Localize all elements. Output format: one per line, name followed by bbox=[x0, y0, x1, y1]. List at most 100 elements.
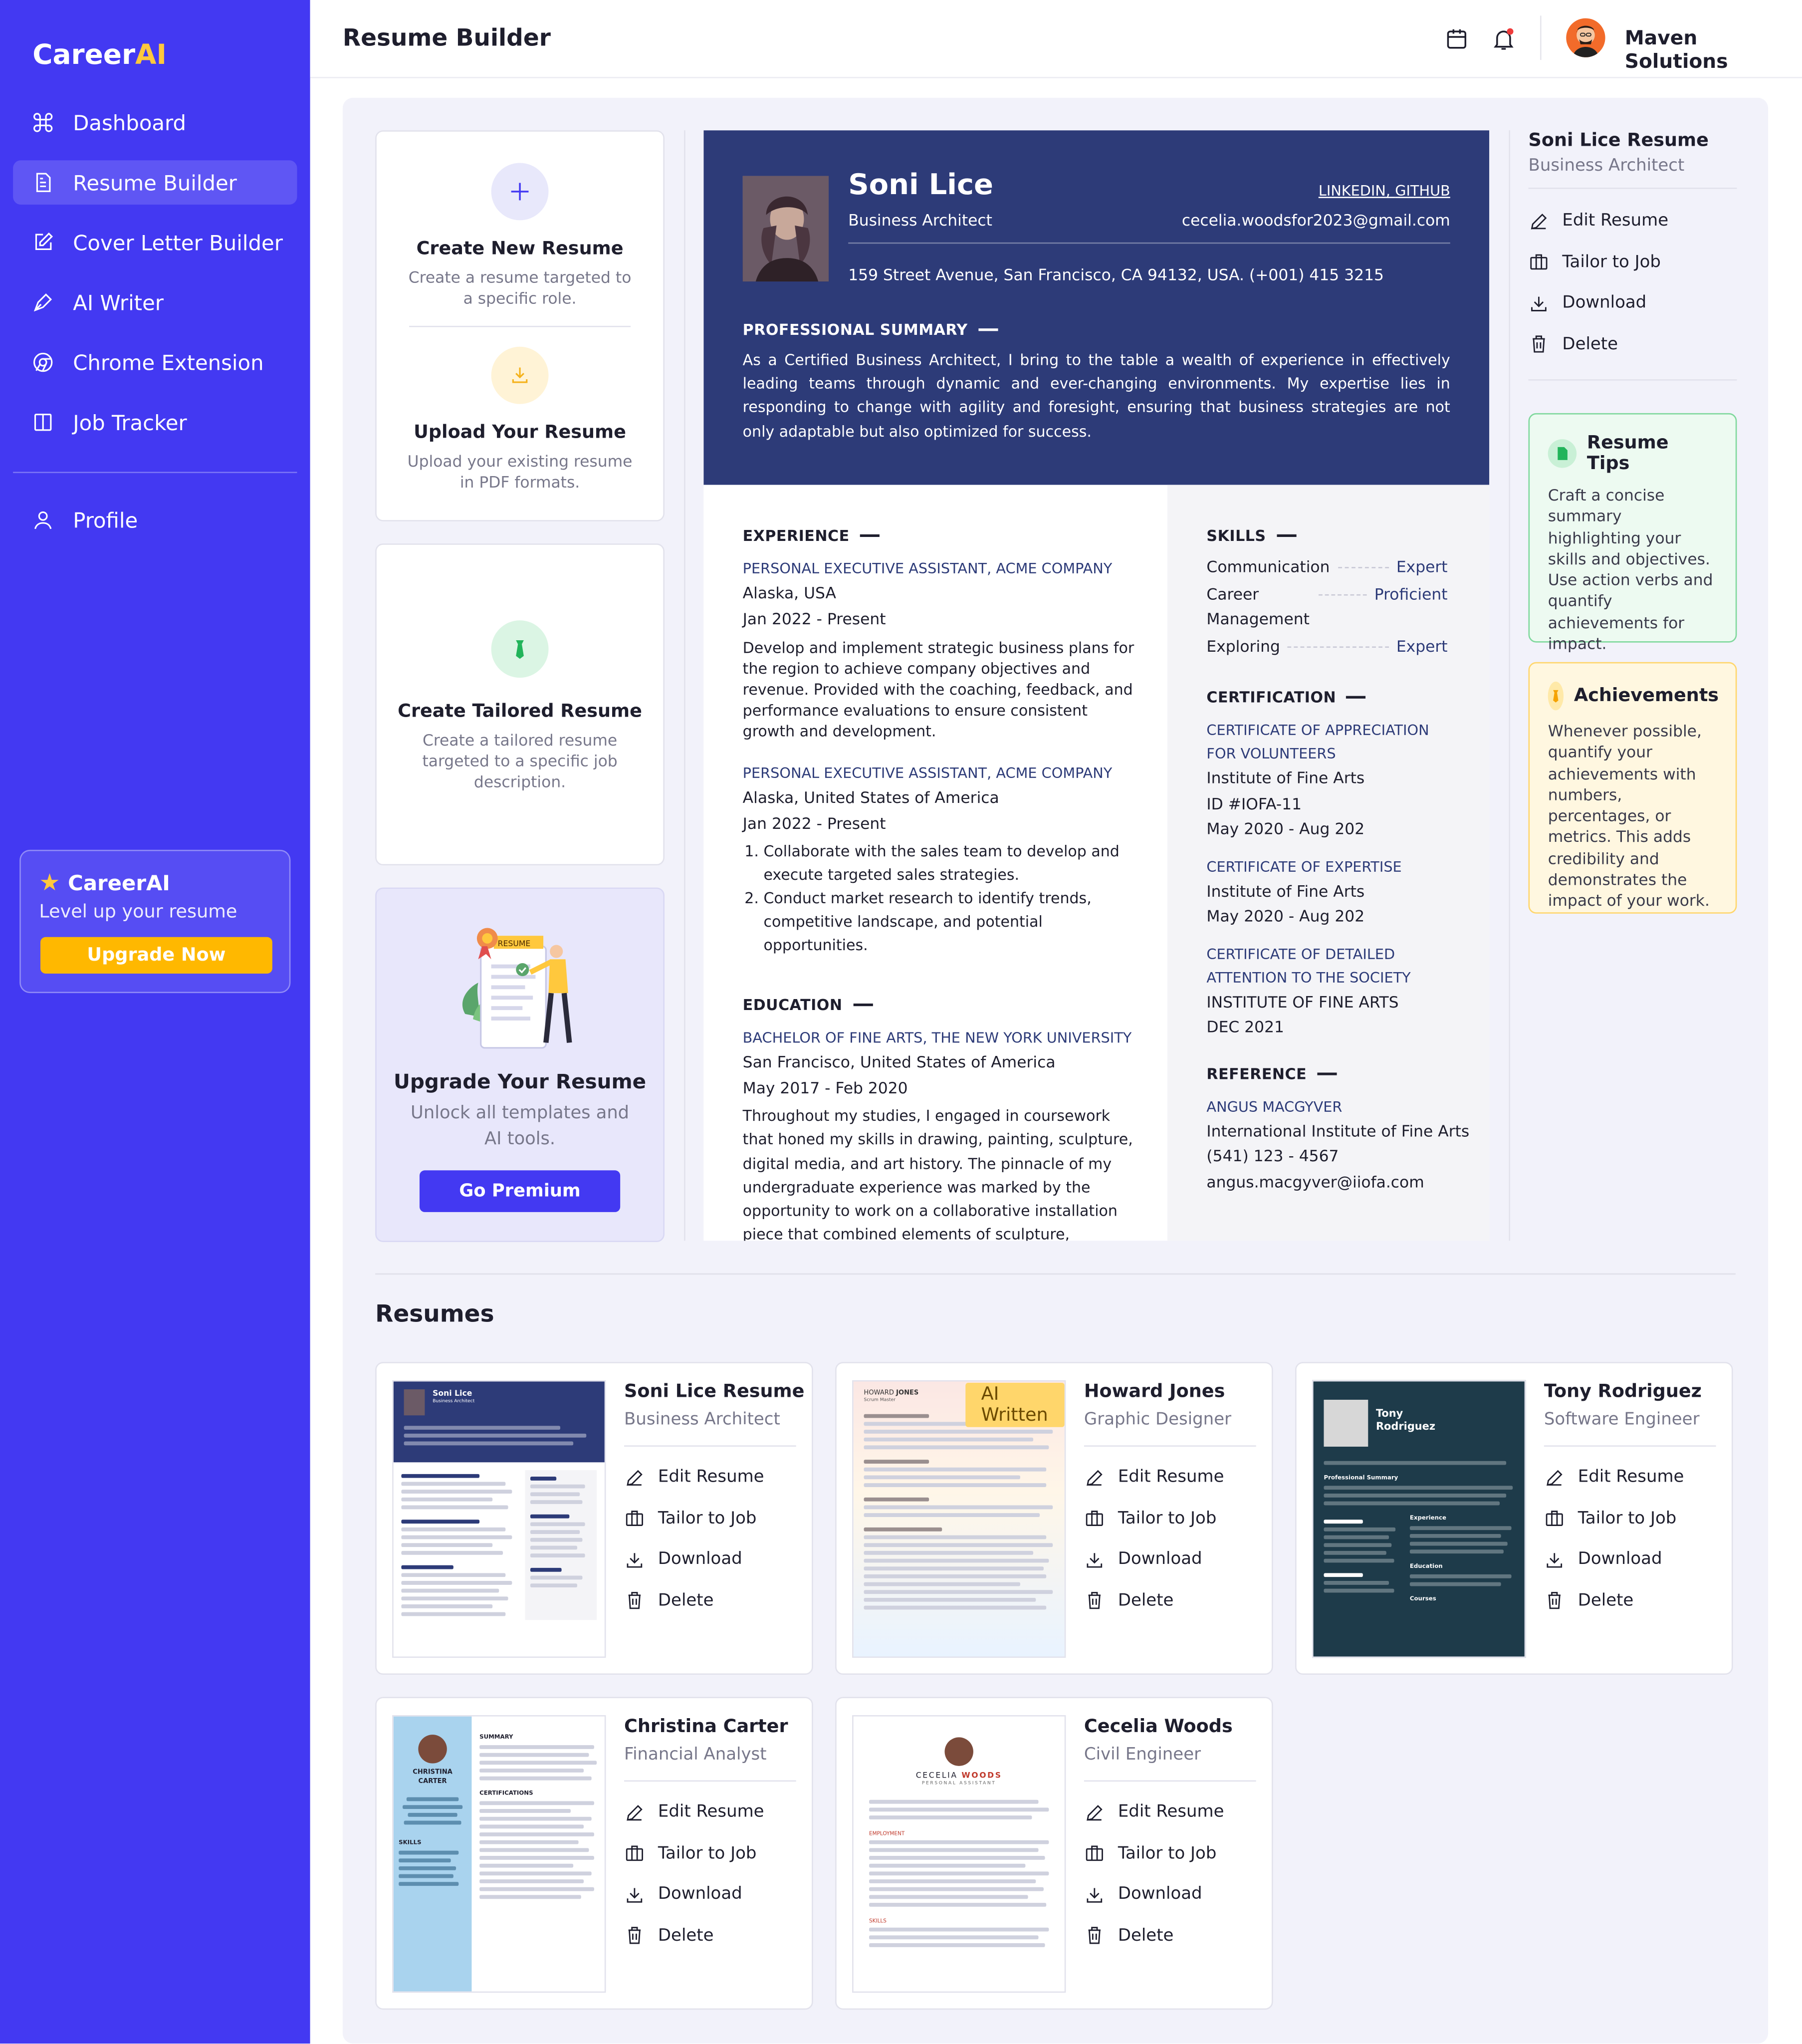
resume-thumbnail[interactable]: CHRISTINA CARTER SKILLS SUMMARY CERTIFICA… bbox=[392, 1715, 606, 1993]
sidebar-item-job-tracker[interactable]: Job Tracker bbox=[13, 400, 297, 445]
action-label: Delete bbox=[1577, 1591, 1634, 1611]
calendar-icon[interactable] bbox=[1444, 26, 1470, 52]
user-name[interactable]: Maven Solutions bbox=[1625, 26, 1802, 73]
tailored-resume-card[interactable]: Create Tailored Resume Create a tailored… bbox=[375, 543, 665, 866]
download-icon bbox=[627, 1552, 643, 1567]
thumb-line bbox=[530, 1545, 577, 1550]
resumes-heading: Resumes bbox=[375, 1300, 494, 1328]
download-button[interactable]: Download bbox=[1084, 1874, 1224, 1915]
tailor-to-job-button[interactable]: Tailor to Job bbox=[624, 1833, 764, 1874]
delete-button[interactable]: Delete bbox=[1544, 1580, 1684, 1621]
delete-button[interactable]: Delete bbox=[1084, 1580, 1224, 1621]
edit-resume-button[interactable]: Edit Resume bbox=[624, 1457, 764, 1498]
thumb-name: Soni Lice bbox=[433, 1389, 472, 1399]
action-label: Tailor to Job bbox=[1118, 1509, 1217, 1529]
tailor-to-job-button[interactable]: Tailor to Job bbox=[1084, 1833, 1224, 1874]
delete-button[interactable]: Delete bbox=[624, 1915, 764, 1956]
thumb-line bbox=[869, 1895, 1028, 1899]
delete-button[interactable]: Delete bbox=[1084, 1915, 1224, 1956]
edit-resume-button[interactable]: Edit Resume bbox=[624, 1792, 764, 1833]
cert2-dates: May 2020 - Aug 202 bbox=[1206, 907, 1365, 926]
tailor-to-job-button[interactable]: Tailor to Job bbox=[1529, 242, 1737, 282]
create-new-button[interactable] bbox=[491, 163, 549, 221]
resume-card[interactable]: Soni Lice Business Architect Soni Lice Re… bbox=[375, 1362, 813, 1675]
sidebar-item-profile[interactable]: Profile bbox=[13, 498, 297, 542]
resume-card-actions: Edit Resume Tailor to Job Download Delet… bbox=[624, 1792, 764, 1956]
tailor-to-job-button[interactable]: Tailor to Job bbox=[1084, 1498, 1224, 1539]
sidebar-item-ai-writer[interactable]: AI Writer bbox=[13, 280, 297, 325]
promo-subtitle: Level up your resume bbox=[39, 902, 237, 923]
delete-button[interactable]: Delete bbox=[1529, 324, 1737, 365]
vertical-divider bbox=[1509, 130, 1510, 1241]
avatar[interactable] bbox=[1566, 18, 1605, 57]
tailored-title: Create Tailored Resume bbox=[398, 701, 642, 722]
thumb-line bbox=[1409, 1533, 1501, 1538]
thumb-line bbox=[1409, 1549, 1504, 1554]
sidebar-item-chrome-extension[interactable]: Chrome Extension bbox=[13, 340, 297, 385]
resume-left-column: EXPERIENCE PERSONAL EXECUTIVE ASSISTANT,… bbox=[703, 485, 1167, 1241]
bell-icon[interactable] bbox=[1491, 26, 1517, 52]
download-button[interactable]: Download bbox=[1529, 283, 1737, 324]
action-label: Edit Resume bbox=[1577, 1468, 1684, 1488]
download-button[interactable]: Download bbox=[624, 1874, 764, 1915]
resume-card[interactable]: CHRISTINA CARTER SKILLS SUMMARY CERTIFICA… bbox=[375, 1697, 813, 2010]
sidebar-item-resume-builder[interactable]: Resume Builder bbox=[13, 160, 297, 205]
upgrade-now-button[interactable]: Upgrade Now bbox=[40, 937, 272, 974]
resume-card[interactable]: Tony Rodriguez Professional Summary Exper… bbox=[1295, 1362, 1733, 1675]
promo-title-text: CareerAI bbox=[68, 870, 170, 896]
cert1-name: CERTIFICATE OF APPRECIATION FOR VOLUNTEE… bbox=[1206, 722, 1429, 763]
sidebar-item-dashboard[interactable]: Dashboard bbox=[13, 100, 297, 145]
skill-level: Expert bbox=[1396, 557, 1448, 576]
linkedin-link[interactable]: LINKEDIN bbox=[1319, 183, 1386, 200]
resume-thumbnail[interactable]: HOWARD JONES Scrum Master AI Written bbox=[852, 1380, 1066, 1658]
skill-name: Career Management bbox=[1206, 585, 1310, 628]
thumb-line bbox=[1409, 1526, 1512, 1531]
resume-card[interactable]: CECELIA WOODS PERSONAL ASSISTANT EMPLOYM… bbox=[835, 1697, 1273, 2010]
thumb-line bbox=[479, 1856, 594, 1860]
brand-logo[interactable]: CareerAI bbox=[32, 39, 167, 70]
summary-text: As a Certified Business Architect, I bri… bbox=[742, 350, 1450, 440]
go-premium-button[interactable]: Go Premium bbox=[419, 1170, 621, 1212]
resume-tips-card: Resume Tips Craft a concise summary high… bbox=[1528, 413, 1737, 653]
thumb-last: JONES bbox=[896, 1389, 919, 1397]
thumb-header: CECELIA WOODS PERSONAL ASSISTANT bbox=[854, 1717, 1065, 1786]
resume-card-name: Christina Carter bbox=[624, 1716, 788, 1738]
action-label: Download bbox=[1118, 1549, 1202, 1570]
skill-leader bbox=[1338, 567, 1389, 568]
delete-button[interactable]: Delete bbox=[624, 1580, 764, 1621]
edit-resume-button[interactable]: Edit Resume bbox=[1084, 1792, 1224, 1833]
thumb-line bbox=[404, 1433, 587, 1438]
resume-card-actions: Edit Resume Tailor to Job Download Delet… bbox=[1084, 1457, 1224, 1621]
github-link[interactable]: GITHUB bbox=[1395, 183, 1450, 200]
edit-resume-button[interactable]: Edit Resume bbox=[1084, 1457, 1224, 1498]
sidebar-item-cover-letter[interactable]: Cover Letter Builder bbox=[13, 220, 297, 264]
thumb-line bbox=[1324, 1558, 1394, 1563]
upload-button[interactable] bbox=[491, 346, 549, 404]
download-button[interactable]: Download bbox=[624, 1539, 764, 1580]
resume-thumbnail[interactable]: Soni Lice Business Architect bbox=[392, 1380, 606, 1658]
trash-icon bbox=[628, 1592, 641, 1609]
tailor-to-job-button[interactable]: Tailor to Job bbox=[624, 1498, 764, 1539]
briefcase-icon bbox=[626, 1511, 643, 1527]
thumb-line bbox=[401, 1550, 503, 1555]
edit-resume-button[interactable]: Edit Resume bbox=[1544, 1457, 1684, 1498]
upload-title[interactable]: Upload Your Resume bbox=[377, 422, 664, 443]
create-new-title[interactable]: Create New Resume bbox=[377, 239, 664, 259]
tailor-to-job-button[interactable]: Tailor to Job bbox=[1544, 1498, 1684, 1539]
thumb-section: Professional Summary bbox=[1324, 1475, 1398, 1482]
briefcase-icon bbox=[1086, 1846, 1103, 1861]
cert3-org: INSTITUTE OF FINE ARTS bbox=[1206, 992, 1399, 1011]
thumb-section: SKILLS bbox=[399, 1840, 422, 1847]
resume-card[interactable]: HOWARD JONES Scrum Master AI Written How… bbox=[835, 1362, 1273, 1675]
resume-card-actions: Edit Resume Tailor to Job Download Delet… bbox=[1084, 1792, 1224, 1956]
thumb-line bbox=[864, 1566, 1044, 1571]
side-resume-subtitle: Business Architect bbox=[1528, 156, 1685, 176]
action-label: Download bbox=[1118, 1885, 1202, 1905]
resume-thumbnail[interactable]: CECELIA WOODS PERSONAL ASSISTANT EMPLOYM… bbox=[852, 1715, 1066, 1993]
resume-thumbnail[interactable]: Tony Rodriguez Professional Summary Exper… bbox=[1312, 1380, 1526, 1658]
trash-icon bbox=[1533, 336, 1545, 353]
download-button[interactable]: Download bbox=[1544, 1539, 1684, 1580]
download-button[interactable]: Download bbox=[1084, 1539, 1224, 1580]
edit-resume-button[interactable]: Edit Resume bbox=[1529, 201, 1737, 242]
thumb-header: Soni Lice Business Architect bbox=[393, 1381, 605, 1463]
